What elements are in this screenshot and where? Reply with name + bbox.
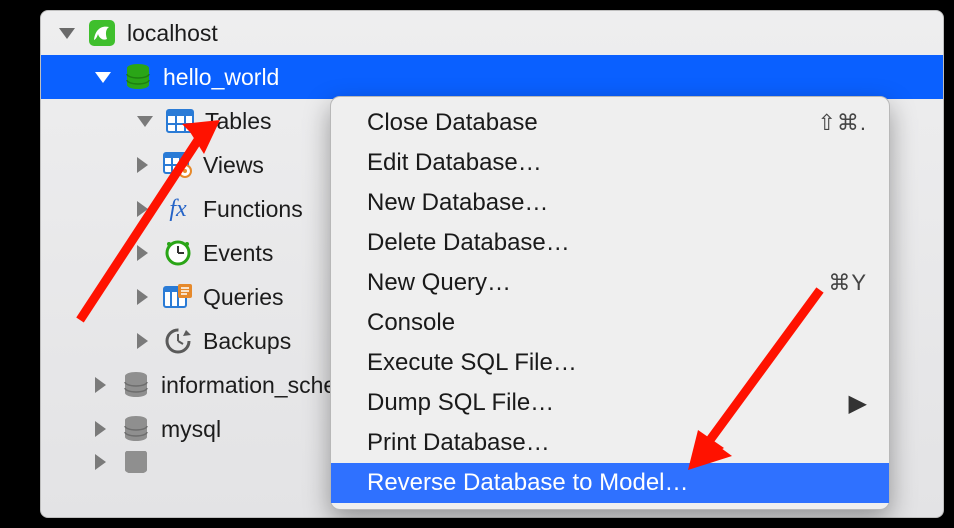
database-icon (121, 451, 151, 473)
chevron-right-icon[interactable] (137, 333, 148, 349)
menu-item-close-database[interactable]: Close Database ⇧⌘. (331, 103, 889, 143)
functions-label: Functions (203, 196, 303, 223)
database-icon (121, 370, 151, 400)
database-label: mysql (161, 416, 221, 443)
menu-item-label: Edit Database… (367, 149, 867, 177)
tables-label: Tables (205, 108, 271, 135)
menu-item-label: New Database… (367, 189, 867, 217)
chevron-down-icon[interactable] (59, 28, 75, 39)
menu-item-console[interactable]: Console (331, 303, 889, 343)
chevron-right-icon[interactable] (137, 289, 148, 305)
views-label: Views (203, 152, 264, 179)
function-icon: fx (163, 194, 193, 224)
menu-item-edit-database[interactable]: Edit Database… (331, 143, 889, 183)
chevron-right-icon[interactable] (95, 421, 106, 437)
menu-item-new-query[interactable]: New Query… ⌘Y (331, 263, 889, 303)
chevron-down-icon[interactable] (137, 116, 153, 127)
database-icon (121, 414, 151, 444)
menu-item-label: Reverse Database to Model… (367, 469, 867, 497)
menu-item-delete-database[interactable]: Delete Database… (331, 223, 889, 263)
context-menu: Close Database ⇧⌘. Edit Database… New Da… (330, 96, 890, 510)
database-icon (123, 62, 153, 92)
menu-item-label: Execute SQL File… (367, 349, 867, 377)
chevron-right-icon[interactable] (95, 377, 106, 393)
chevron-right-icon[interactable] (137, 201, 148, 217)
tree-row-database-selected[interactable]: hello_world (41, 55, 943, 99)
chevron-right-icon[interactable] (137, 157, 148, 173)
menu-item-execute-sql-file[interactable]: Execute SQL File… (331, 343, 889, 383)
connection-icon (87, 18, 117, 48)
menu-item-label: Console (367, 309, 867, 337)
backups-label: Backups (203, 328, 291, 355)
menu-item-new-database[interactable]: New Database… (331, 183, 889, 223)
chevron-right-icon[interactable] (137, 245, 148, 261)
table-icon (165, 106, 195, 136)
chevron-down-icon[interactable] (95, 72, 111, 83)
backup-icon (163, 326, 193, 356)
menu-item-label: Dump SQL File… (367, 389, 849, 417)
menu-item-label: Close Database (367, 109, 817, 137)
shortcut-text: ⇧⌘. (817, 110, 867, 136)
shortcut-text: ⌘Y (828, 270, 867, 296)
query-icon (163, 282, 193, 312)
menu-item-dump-sql-file[interactable]: Dump SQL File… ▶ (331, 383, 889, 423)
chevron-right-icon[interactable] (95, 454, 106, 470)
submenu-arrow-icon: ▶ (849, 389, 867, 418)
queries-label: Queries (203, 284, 284, 311)
view-icon (163, 150, 193, 180)
menu-item-print-database[interactable]: Print Database… (331, 423, 889, 463)
connection-label: localhost (127, 20, 218, 47)
clock-icon (163, 238, 193, 268)
tree-row-connection[interactable]: localhost (41, 11, 943, 55)
menu-item-label: Delete Database… (367, 229, 867, 257)
menu-item-reverse-database-to-model[interactable]: Reverse Database to Model… (331, 463, 889, 503)
events-label: Events (203, 240, 273, 267)
menu-item-label: New Query… (367, 269, 828, 297)
database-label: hello_world (163, 64, 279, 91)
menu-item-label: Print Database… (367, 429, 867, 457)
